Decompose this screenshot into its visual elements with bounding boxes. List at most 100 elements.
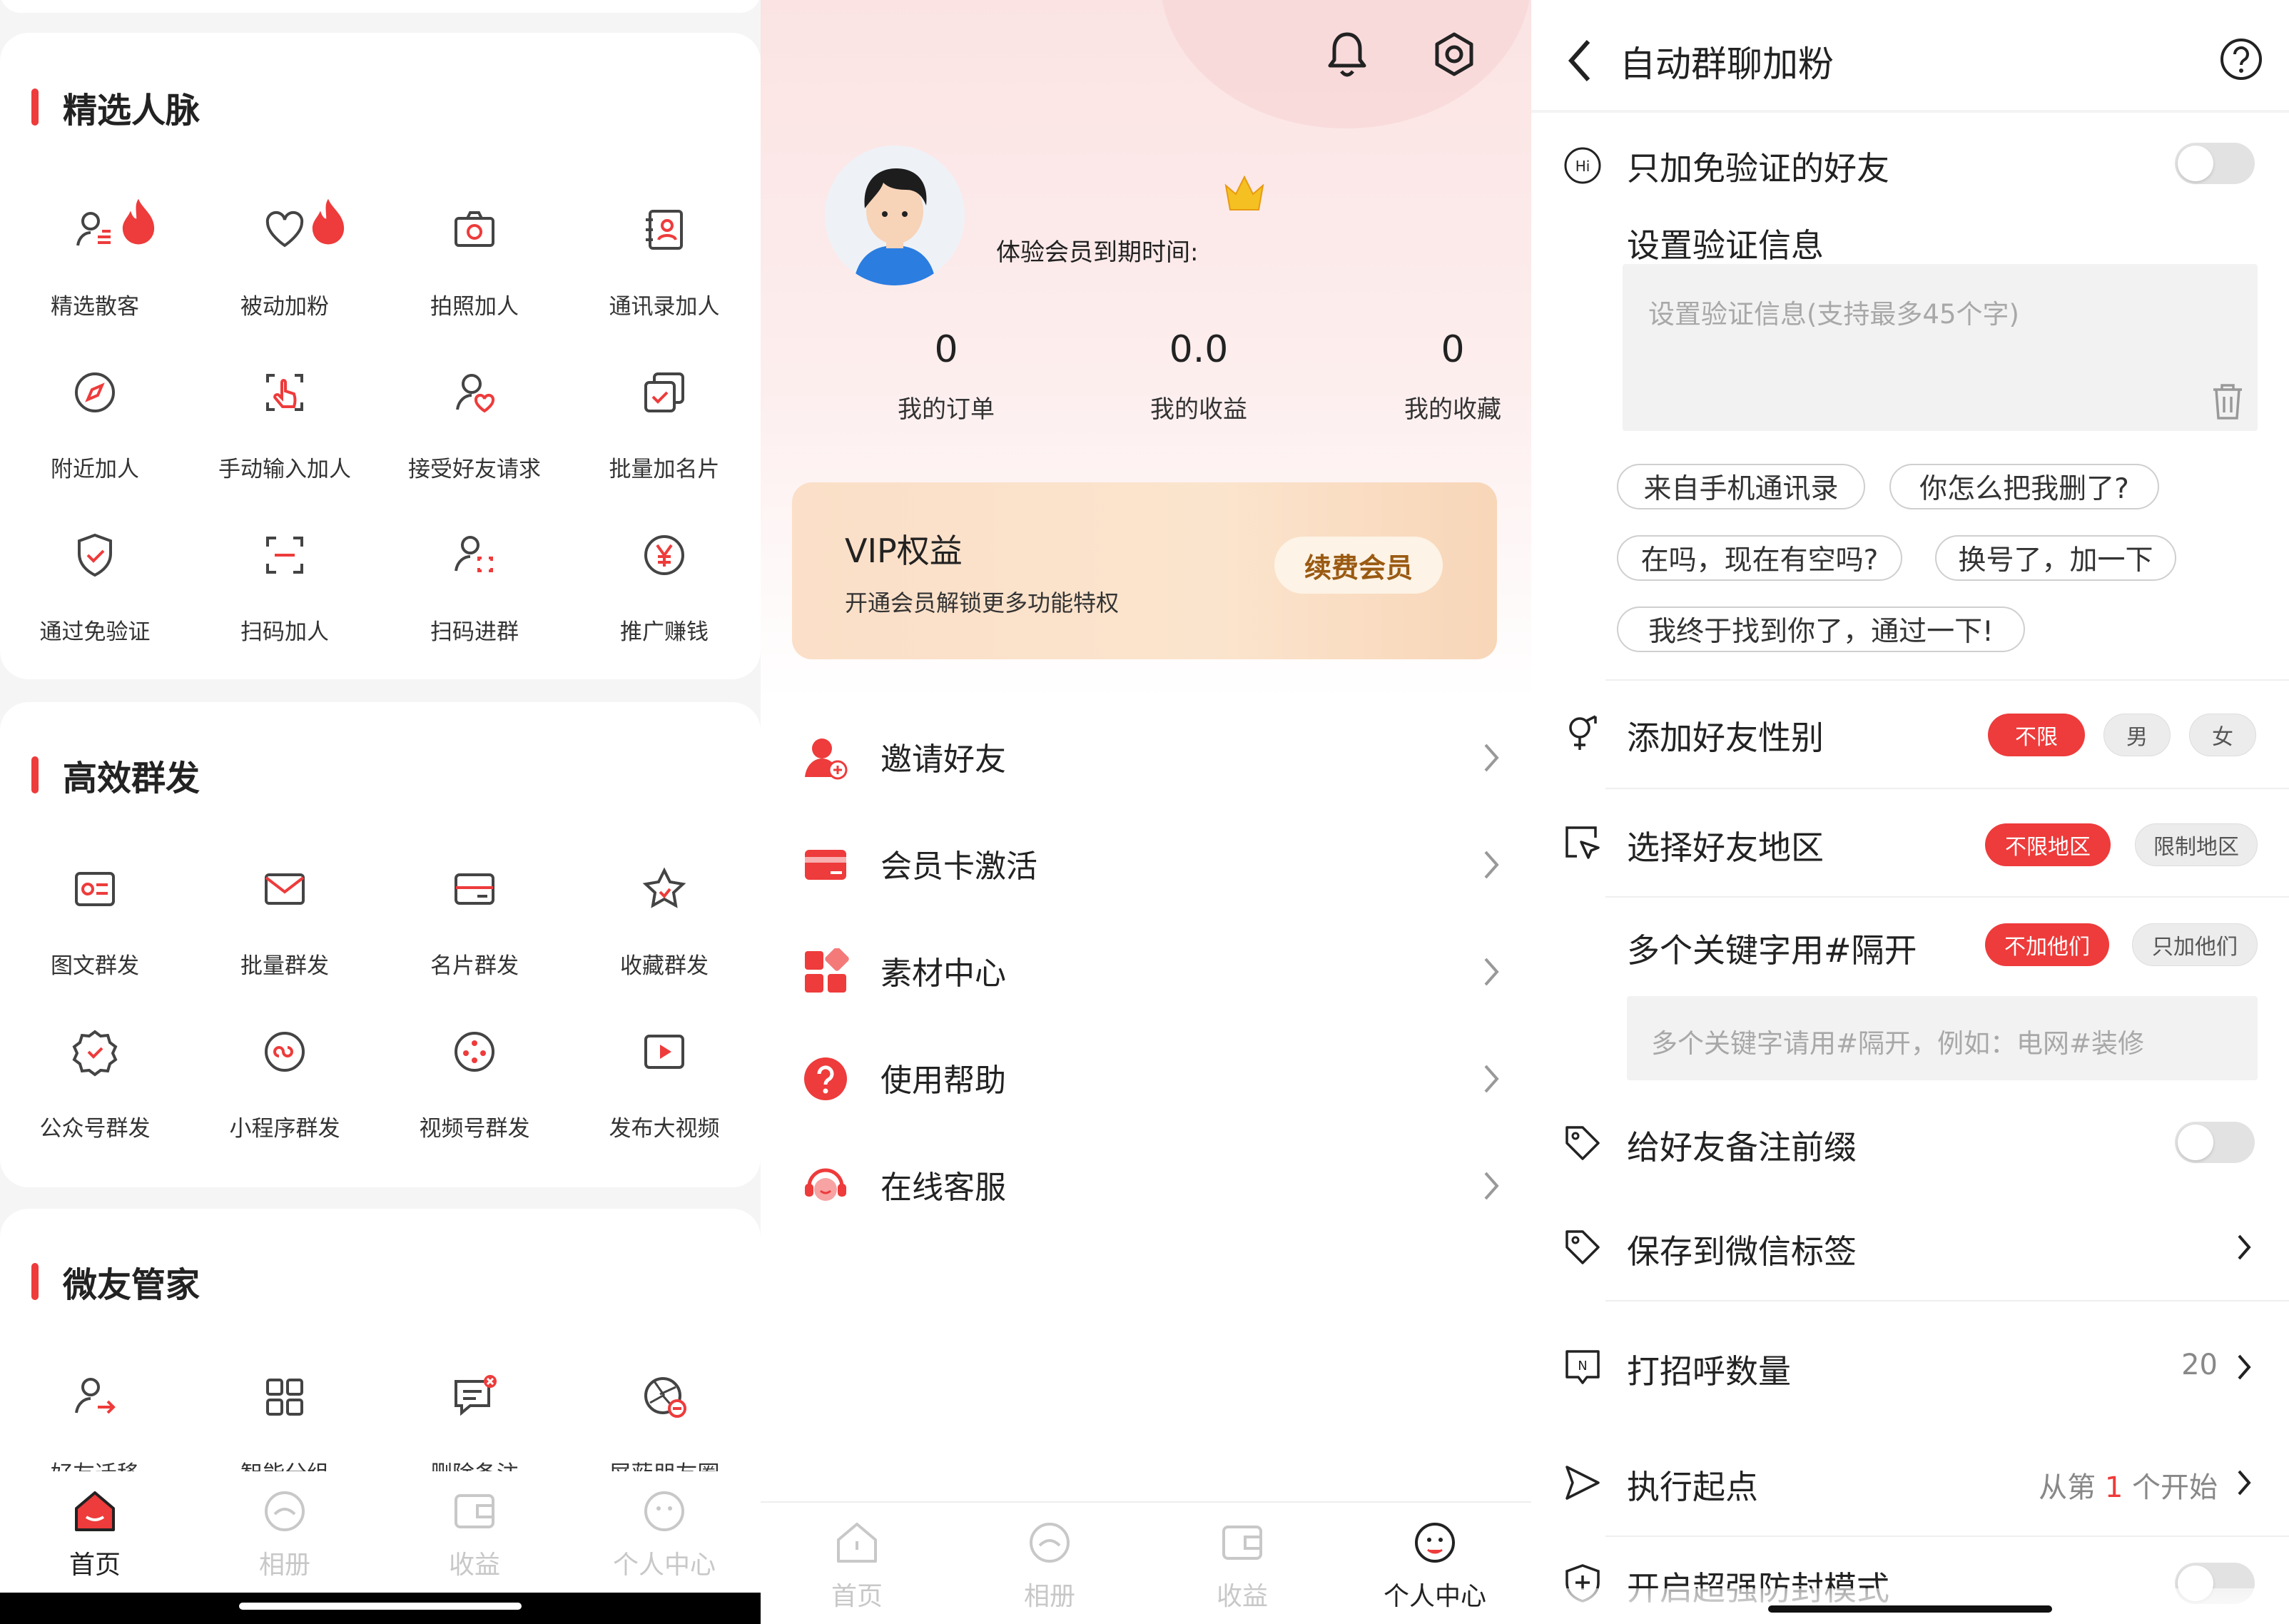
grid-item-label: 推广赚钱 (620, 619, 709, 645)
invite-friend-icon (805, 739, 848, 780)
tab-label: 个人中心 (612, 1551, 716, 1580)
grid-item-favorites-broadcast[interactable]: 收藏群发 (569, 863, 759, 1006)
grid-item-publish-video[interactable]: 发布大视频 (569, 1026, 759, 1169)
tab-income[interactable]: 收益 (380, 1471, 569, 1593)
template-chip[interactable]: 来自手机通讯录 (1617, 464, 1865, 509)
customer-service-icon (805, 1168, 846, 1201)
menu-item-label: 在线客服 (880, 1169, 1006, 1206)
grid-item-batch-cards[interactable]: 批量加名片 (569, 367, 759, 509)
vip-card[interactable]: VIP权益 开通会员解锁更多功能特权 续费会员 (792, 482, 1497, 659)
gender-option-any[interactable]: 不限 (1988, 714, 2085, 756)
help-circle-icon[interactable] (2219, 37, 2263, 81)
album-icon (265, 1491, 305, 1531)
tag-icon (1565, 1230, 1600, 1264)
section-title-text: 微友管家 (63, 1265, 201, 1305)
template-chip[interactable]: 你怎么把我删了? (1889, 464, 2159, 509)
section-title-text: 高效群发 (63, 758, 201, 798)
grid-item-mini-program-broadcast[interactable]: 小程序群发 (190, 1026, 380, 1169)
grid-item-label: 扫码进群 (430, 619, 519, 645)
grid-item-scan-add[interactable]: 扫码加人 (190, 529, 380, 672)
tab-income[interactable]: 收益 (1146, 1503, 1339, 1624)
tab-home[interactable]: 首页 (761, 1503, 953, 1624)
grid-item-official-broadcast[interactable]: 公众号群发 (0, 1026, 190, 1169)
tab-profile[interactable]: 个人中心 (569, 1471, 759, 1593)
tab-label: 相册 (258, 1551, 310, 1580)
page-title: 自动群聊加粉 (1620, 44, 1834, 85)
grid-item-card-broadcast[interactable]: 名片群发 (380, 863, 569, 1006)
template-chip[interactable]: 在吗，现在有空吗? (1617, 535, 1902, 581)
stat-orders[interactable]: 0 我的订单 (825, 328, 1067, 425)
grid-item-label: 手动输入加人 (218, 457, 351, 482)
avatar[interactable] (825, 146, 965, 285)
fire-icon (122, 198, 155, 245)
tab-home[interactable]: 首页 (0, 1471, 190, 1593)
home-indicator[interactable] (239, 1603, 522, 1610)
section-title-text: 精选人脉 (63, 91, 201, 131)
stat-favorites[interactable]: 0 我的收藏 (1331, 328, 1531, 425)
badge-check-icon (72, 1030, 118, 1077)
tab-album[interactable]: 相册 (953, 1503, 1146, 1624)
grid-item-batch-broadcast[interactable]: 批量群发 (190, 863, 380, 1006)
home-indicator[interactable] (1768, 1605, 2052, 1613)
menu-item-customer-service[interactable]: 在线客服 (761, 1130, 1531, 1237)
template-chip[interactable]: 我终于找到你了，通过一下! (1617, 607, 2025, 652)
grid-item-promote-earn[interactable]: 推广赚钱 (569, 529, 759, 672)
help-icon (804, 1057, 847, 1100)
save-tag-label: 保存到微信标签 (1627, 1232, 1857, 1271)
tap-icon (266, 374, 303, 411)
grid-item-no-verify[interactable]: 通过免验证 (0, 529, 190, 672)
tab-profile[interactable]: 个人中心 (1339, 1503, 1531, 1624)
chevron-right-icon (1484, 1065, 1499, 1093)
mini-program-icon (265, 1032, 305, 1072)
menu-item-label: 使用帮助 (880, 1062, 1006, 1099)
renew-vip-button[interactable]: 续费会员 (1274, 537, 1443, 594)
image-text-icon (75, 872, 115, 906)
stat-income[interactable]: 0.0 我的收益 (1077, 328, 1320, 425)
grid-item-channel-broadcast[interactable]: 视频号群发 (380, 1026, 569, 1169)
grid-item-scan-group[interactable]: 扫码进群 (380, 529, 569, 672)
template-chip[interactable]: 换号了，加一下 (1935, 535, 2176, 581)
keywords-option-exclude[interactable]: 不加他们 (1985, 923, 2109, 966)
home-icon (837, 1523, 877, 1563)
region-option-unlimited[interactable]: 不限地区 (1985, 823, 2111, 866)
region-option-limited[interactable]: 限制地区 (2135, 823, 2258, 866)
grid-item-passive-fans[interactable]: 被动加粉 (190, 198, 380, 347)
remark-prefix-toggle[interactable] (2175, 1122, 2255, 1163)
grid-item-label: 附近加人 (51, 457, 139, 482)
crown-icon (1224, 175, 1264, 210)
grid-item-label: 图文群发 (51, 953, 139, 979)
svg-text:N: N (1578, 1359, 1587, 1374)
stat-label: 我的收藏 (1404, 395, 1501, 424)
settings-gear-icon[interactable] (1431, 31, 1477, 77)
grid-item-image-text-broadcast[interactable]: 图文群发 (0, 863, 190, 1006)
gender-option-male[interactable]: 男 (2103, 714, 2171, 756)
menu-item-label: 会员卡激活 (880, 848, 1037, 885)
grid-item-photo-add[interactable]: 拍照加人 (380, 204, 569, 347)
menu-item-member-card[interactable]: 会员卡激活 (761, 809, 1531, 916)
grid-item-selected-guests[interactable]: 精选散客 (0, 198, 190, 347)
person-scan-icon (455, 536, 493, 572)
grid-item-nearby-add[interactable]: 附近加人 (0, 367, 190, 509)
grid-item-accept-request[interactable]: 接受好友请求 (380, 367, 569, 509)
menu-item-invite[interactable]: 邀请好友 (761, 702, 1531, 809)
back-arrow-icon[interactable] (1565, 36, 1594, 86)
tab-label: 首页 (68, 1551, 121, 1580)
only-no-verify-toggle[interactable] (2175, 143, 2255, 184)
keywords-input[interactable]: 多个关键字请用#隔开，例如：电网#装修 (1627, 996, 2258, 1080)
menu-item-material-center[interactable]: 素材中心 (761, 916, 1531, 1023)
gender-option-female[interactable]: 女 (2189, 714, 2256, 756)
menu-item-help[interactable]: 使用帮助 (761, 1023, 1531, 1130)
grid-item-manual-add[interactable]: 手动输入加人 (190, 367, 380, 509)
grid-item-label: 视频号群发 (419, 1116, 530, 1142)
verify-message-label: 设置验证信息 (1627, 226, 1824, 265)
row-divider (1605, 1300, 2289, 1301)
tab-album[interactable]: 相册 (190, 1471, 380, 1593)
chevron-right-icon (2238, 1234, 2251, 1260)
vip-subtitle: 开通会员解锁更多功能特权 (845, 589, 1120, 616)
verify-message-input[interactable]: 设置验证信息(支持最多45个字) (1623, 264, 2258, 431)
smile-icon (644, 1491, 684, 1531)
trash-icon[interactable] (2211, 381, 2245, 421)
bell-icon[interactable] (1324, 29, 1370, 80)
grid-item-contacts-add[interactable]: 通讯录加人 (569, 204, 759, 347)
keywords-option-include[interactable]: 只加他们 (2132, 923, 2258, 966)
